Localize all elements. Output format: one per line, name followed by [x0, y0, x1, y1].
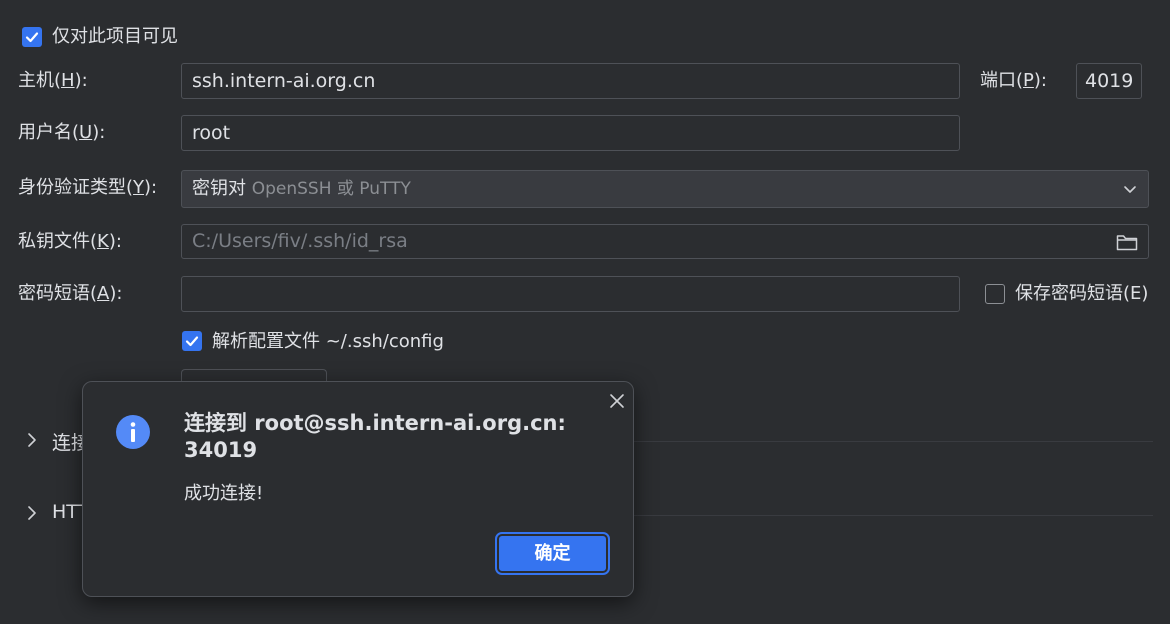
chevron-down-icon	[1122, 171, 1138, 207]
username-input[interactable]: root	[181, 115, 960, 151]
parse-config-checkbox[interactable]	[182, 331, 202, 351]
auth-type-select[interactable]: 密钥对 OpenSSH 或 PuTTY	[181, 170, 1149, 208]
auth-type-label: 身份验证类型(Y):	[18, 177, 158, 198]
save-passphrase-checkbox[interactable]	[985, 284, 1005, 304]
private-key-label: 私钥文件(K):	[18, 231, 122, 252]
parse-config-label: 解析配置文件 ~/.ssh/config	[212, 331, 444, 352]
chevron-right-icon[interactable]	[26, 505, 38, 526]
host-label: 主机(H):	[18, 70, 88, 91]
connection-result-dialog: 连接到 root@ssh.intern-ai.org.cn: 34019 成功连…	[82, 381, 634, 597]
auth-type-hint: OpenSSH 或 PuTTY	[251, 179, 411, 199]
project-only-label: 仅对此项目可见	[52, 26, 178, 47]
dialog-message: 成功连接!	[184, 483, 264, 504]
folder-icon[interactable]	[1116, 225, 1138, 258]
dialog-title: 连接到 root@ssh.intern-ai.org.cn: 34019	[184, 411, 566, 462]
port-label: 端口(P):	[980, 70, 1047, 91]
close-icon[interactable]	[608, 392, 626, 415]
passphrase-label: 密码短语(A):	[18, 283, 123, 304]
chevron-right-icon[interactable]	[26, 432, 38, 453]
username-label: 用户名(U):	[18, 122, 106, 143]
port-input[interactable]: 4019	[1076, 63, 1142, 99]
passphrase-input[interactable]	[181, 276, 960, 312]
auth-type-selected: 密钥对	[192, 178, 246, 199]
project-only-checkbox[interactable]	[22, 27, 42, 47]
info-icon	[115, 414, 151, 455]
save-passphrase-label: 保存密码短语(E)	[1015, 283, 1149, 304]
ok-button[interactable]: 确定	[495, 532, 610, 575]
private-key-input[interactable]: C:/Users/fiv/.ssh/id_rsa	[181, 224, 1149, 259]
host-input[interactable]: ssh.intern-ai.org.cn	[181, 63, 960, 99]
